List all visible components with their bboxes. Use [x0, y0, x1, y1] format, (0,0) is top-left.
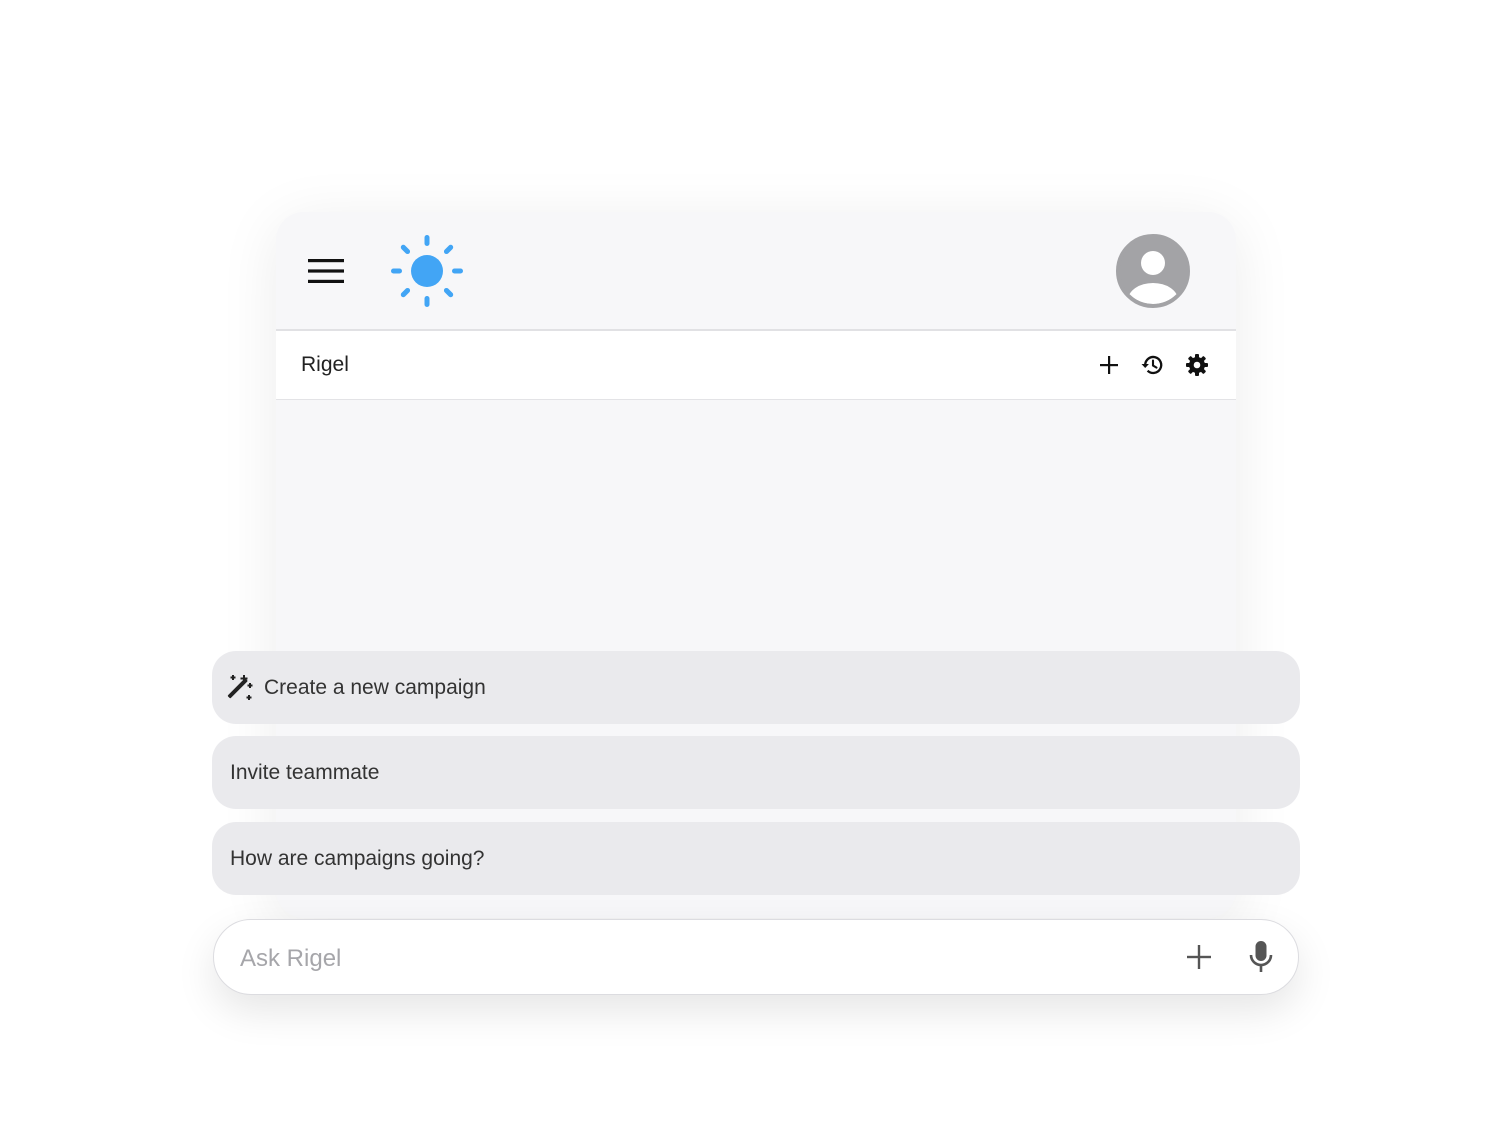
hamburger-menu-icon[interactable] — [308, 258, 344, 284]
assistant-title: Rigel — [301, 353, 349, 376]
gear-icon[interactable] — [1184, 352, 1210, 378]
sun-icon — [390, 234, 464, 308]
plus-icon[interactable] — [1184, 942, 1214, 972]
ask-input[interactable] — [238, 934, 1142, 984]
suggestion-campaign-status[interactable]: How are campaigns going? — [212, 822, 1300, 895]
conversation-toolbar: Rigel — [276, 331, 1236, 400]
composer — [213, 919, 1299, 995]
suggestion-create-campaign[interactable]: Create a new campaign — [212, 651, 1300, 724]
suggestion-invite-teammate[interactable]: Invite teammate — [212, 736, 1300, 809]
suggestion-label: How are campaigns going? — [230, 846, 485, 870]
account-circle-icon[interactable] — [1116, 234, 1190, 308]
magic-wand-icon — [224, 673, 254, 703]
suggestion-label: Invite teammate — [230, 760, 380, 784]
suggestion-label: Create a new campaign — [264, 675, 486, 699]
microphone-icon[interactable] — [1246, 940, 1276, 974]
plus-icon[interactable] — [1096, 352, 1122, 378]
stage: Rigel Create a new campaign Invite teamm… — [0, 0, 1512, 1134]
history-icon[interactable] — [1140, 352, 1166, 378]
assistant-panel: Rigel — [276, 212, 1236, 918]
toolbar-actions — [1096, 351, 1210, 379]
top-bar — [276, 212, 1236, 331]
